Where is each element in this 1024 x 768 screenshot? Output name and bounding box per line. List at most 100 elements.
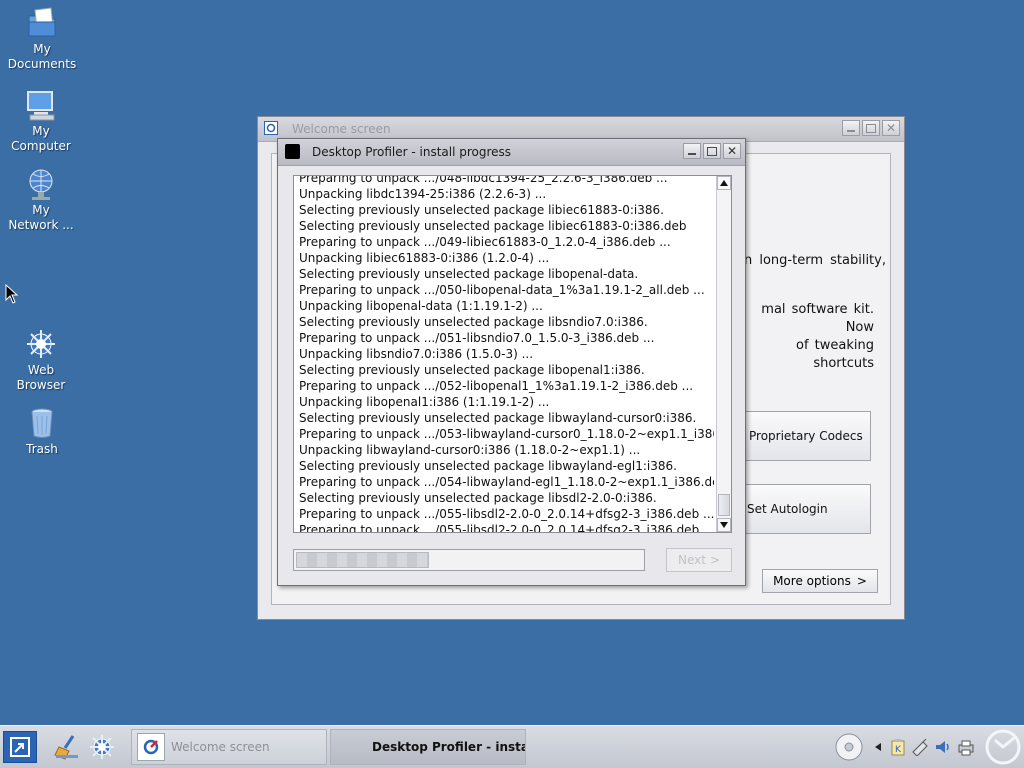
log-line: Selecting previously unselected package …	[299, 219, 687, 233]
install-progress-bar	[293, 549, 645, 571]
scroll-down-button[interactable]	[717, 518, 731, 532]
desktop-icon-label: My	[33, 42, 51, 56]
taskbar: Welcome screen Desktop Profiler - instal…	[0, 725, 1024, 768]
folder-documents-icon	[25, 6, 59, 40]
log-line: Preparing to unpack .../051-libsndio7.0_…	[299, 331, 655, 345]
quick-launch-cleanup[interactable]	[52, 732, 82, 762]
dialog-title: Desktop Profiler - install progress	[312, 145, 512, 159]
network-globe-icon	[24, 167, 58, 201]
desktop-icon-label: Browser	[16, 378, 66, 392]
trash-icon	[25, 406, 59, 440]
proprietary-codecs-label: Proprietary Codecs	[749, 429, 863, 443]
scroll-thumb[interactable]	[718, 494, 730, 516]
desktop-icon-web-browser[interactable]: Web Browser	[1, 327, 81, 393]
clock-icon[interactable]	[984, 728, 1022, 766]
log-line: Selecting previously unselected package …	[299, 315, 648, 329]
close-button[interactable]: ✕	[882, 120, 900, 136]
log-line: Unpacking libopenal-data (1:1.19.1-2) ..…	[299, 299, 543, 313]
cd-drive-icon[interactable]	[834, 732, 864, 762]
welcome-text-2-line2: of tweaking shortcuts	[796, 338, 874, 371]
welcome-app-icon	[264, 121, 278, 135]
maximize-icon	[707, 146, 717, 156]
log-line: Preparing to unpack .../048-libdc1394-25…	[299, 175, 668, 185]
welcome-text-2: mal software kit. Now of tweaking shortc…	[744, 301, 874, 373]
log-line: Preparing to unpack .../049-libiec61883-…	[299, 235, 671, 249]
taskbar-task-label: Welcome screen	[171, 740, 270, 754]
install-log-lines: Preparing to unpack .../048-libdc1394-25…	[299, 175, 714, 533]
start-menu-icon	[10, 737, 30, 757]
arrow-up-icon	[720, 180, 728, 186]
mouse-cursor-icon	[5, 283, 19, 304]
set-autologin-button[interactable]: Set Autologin	[745, 484, 871, 534]
desktop-icon-label: Trash	[26, 442, 58, 456]
install-progress-fill	[296, 552, 429, 568]
desktop-icon-label: My	[32, 203, 50, 217]
set-autologin-label: Set Autologin	[747, 502, 828, 516]
log-line: Unpacking libiec61883-0:i386 (1.2.0-4) .…	[299, 251, 550, 265]
log-line: Unpacking libopenal1:i386 (1:1.19.1-2) .…	[299, 395, 550, 409]
log-line: Selecting previously unselected package …	[299, 491, 657, 505]
scroll-up-button[interactable]	[717, 176, 731, 190]
log-line: Selecting previously unselected package …	[299, 363, 645, 377]
desktop-icon-label: My	[32, 124, 50, 138]
welcome-task-icon	[137, 733, 165, 761]
dialog-titlebar[interactable]: Desktop Profiler - install progress ✕	[278, 139, 745, 166]
tray-expand-arrow-icon[interactable]	[872, 737, 884, 757]
computer-icon	[24, 88, 58, 122]
minimize-icon	[688, 153, 696, 155]
web-browser-icon	[24, 327, 58, 361]
desktop-icon-my-network[interactable]: My Network ...	[1, 167, 81, 233]
next-label: Next	[677, 553, 706, 567]
network-connection-icon[interactable]	[910, 737, 930, 757]
maximize-button[interactable]	[862, 120, 880, 136]
start-menu-button[interactable]	[3, 731, 37, 763]
install-progress-dialog[interactable]: Desktop Profiler - install progress ✕ Pr…	[277, 138, 746, 586]
log-line: Preparing to unpack .../055-libsdl2-2.0-…	[299, 507, 714, 521]
broom-icon	[54, 735, 78, 760]
close-icon: ✕	[726, 144, 738, 158]
desktop-icon-label: Computer	[11, 139, 71, 153]
desktop-profiler-icon	[285, 144, 300, 159]
taskbar-task-welcome[interactable]: Welcome screen	[131, 729, 327, 765]
log-line: Preparing to unpack .../052-libopenal1_1…	[299, 379, 694, 393]
more-options-button[interactable]: More options >	[762, 569, 878, 593]
log-line: Unpacking libdc1394-25:i386 (2.2.6-3) ..…	[299, 187, 547, 201]
log-line: Selecting previously unselected package …	[299, 459, 677, 473]
clipboard-icon[interactable]: K	[888, 737, 908, 757]
quick-launch-web-browser[interactable]	[87, 732, 117, 762]
proprietary-codecs-button[interactable]: Proprietary Codecs	[745, 411, 871, 461]
minimize-button[interactable]	[683, 143, 701, 159]
printer-icon[interactable]	[956, 737, 976, 757]
welcome-text-2-line1: mal software kit. Now	[761, 302, 874, 335]
log-line: Selecting previously unselected package …	[299, 203, 664, 217]
taskbar-task-label: Desktop Profiler - install p	[372, 740, 525, 754]
close-icon: ✕	[885, 121, 897, 135]
taskbar-task-desktop-profiler[interactable]: Desktop Profiler - install p	[330, 729, 526, 765]
install-log[interactable]: Preparing to unpack .../048-libdc1394-25…	[293, 175, 732, 533]
log-line: Unpacking libwayland-cursor0:i386 (1.18.…	[299, 443, 641, 457]
desktop-icon-label: Network ...	[8, 218, 74, 232]
minimize-button[interactable]	[842, 120, 860, 136]
welcome-text-1: n long-term stability,	[744, 253, 886, 268]
desktop-icon-my-documents[interactable]: My Documents	[2, 6, 82, 72]
log-line: Preparing to unpack .../055-libsdl2-2.0-…	[299, 523, 714, 533]
close-button[interactable]: ✕	[723, 143, 741, 159]
chevron-right-icon: >	[709, 553, 721, 567]
log-line: Unpacking libsndio7.0:i386 (1.5.0-3) ...	[299, 347, 534, 361]
more-options-label: More options	[773, 574, 851, 588]
next-button[interactable]: Next >	[666, 548, 732, 572]
log-scrollbar[interactable]	[716, 176, 731, 532]
arrow-down-icon	[720, 522, 728, 528]
log-line: Preparing to unpack .../050-libopenal-da…	[299, 283, 705, 297]
log-line: Preparing to unpack .../054-libwayland-e…	[299, 475, 714, 489]
desktop-icon-trash[interactable]: Trash	[2, 406, 82, 457]
maximize-button[interactable]	[703, 143, 721, 159]
log-line: Preparing to unpack .../053-libwayland-c…	[299, 427, 714, 441]
web-browser-icon	[90, 735, 114, 759]
log-line: Selecting previously unselected package …	[299, 411, 697, 425]
welcome-title: Welcome screen	[292, 122, 391, 136]
volume-icon[interactable]	[933, 737, 953, 757]
desktop-icon-label: Web	[27, 363, 55, 377]
desktop-icon-my-computer[interactable]: My Computer	[1, 88, 81, 154]
log-line: Selecting previously unselected package …	[299, 267, 639, 281]
